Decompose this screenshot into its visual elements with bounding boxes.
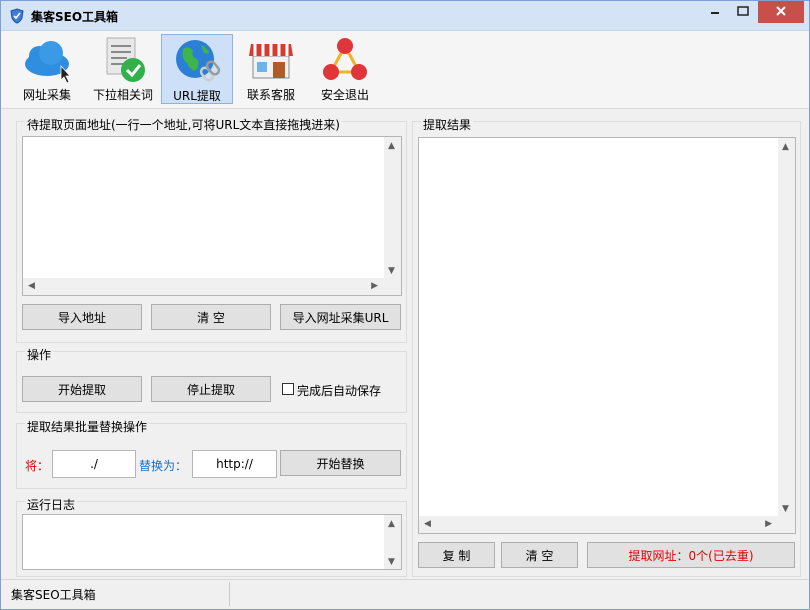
group-title: 运行日志 [25, 496, 78, 513]
result-textarea[interactable]: ▲ ▼ ◀ ▶ [418, 137, 796, 534]
replace-from-value: ./ [90, 457, 98, 471]
log-group: 运行日志 ▲ ▼ [16, 496, 407, 577]
scroll-corner [384, 278, 401, 295]
vertical-scrollbar[interactable]: ▲ ▼ [384, 515, 401, 569]
tool-label: URL提取 [173, 89, 221, 103]
window-title: 集客SEO工具箱 [31, 10, 119, 24]
clear-results-button[interactable]: 清 空 [501, 542, 578, 568]
scroll-left-icon[interactable]: ◀ [28, 281, 35, 291]
replace-from-label: 将： [25, 459, 50, 473]
log-textarea[interactable]: ▲ ▼ [22, 514, 402, 570]
toolbar: 网址采集 下拉相关词 URL提取 联系客服 安全退出 [1, 31, 809, 109]
status-divider [229, 582, 230, 606]
replace-to-input[interactable]: http:// [192, 450, 277, 478]
tool-url-extract[interactable]: URL提取 [161, 34, 233, 104]
autosave-checkbox[interactable] [282, 383, 294, 395]
input-urls-textarea[interactable]: ▲ ▼ ◀ ▶ [22, 136, 402, 296]
app-window: 集客SEO工具箱 网址采集 下拉相关词 URL提取 联系客服 安全退出 待提取页… [0, 0, 810, 610]
tool-label: 网址采集 [22, 88, 71, 102]
start-replace-button[interactable]: 开始替换 [280, 450, 401, 476]
scroll-right-icon[interactable]: ▶ [765, 519, 772, 529]
import-collected-urls-button[interactable]: 导入网址采集URL [280, 304, 401, 330]
input-urls-group: 待提取页面地址(一行一个地址,可将URL文本直接拖拽进来) ▲ ▼ ◀ ▶ 导入… [16, 116, 407, 343]
minimize-icon [710, 5, 720, 19]
title-bar: 集客SEO工具箱 [1, 1, 809, 31]
status-text: 集客SEO工具箱 [11, 588, 96, 602]
operations-group: 操作 开始提取 停止提取 完成后自动保存 [16, 346, 407, 413]
scroll-down-icon[interactable]: ▼ [388, 557, 395, 567]
start-extract-button[interactable]: 开始提取 [22, 376, 142, 402]
autosave-label: 完成后自动保存 [297, 384, 382, 398]
result-group: 提取结果 ▲ ▼ ◀ ▶ 复 制 清 空 提取网址：0个(已去重) [412, 116, 801, 577]
group-title: 提取结果 [421, 116, 474, 133]
tool-dropdown-keywords[interactable]: 下拉相关词 [85, 34, 161, 104]
minimize-button[interactable] [701, 1, 729, 23]
scroll-right-icon[interactable]: ▶ [371, 281, 378, 291]
result-count-button[interactable]: 提取网址：0个(已去重) [587, 542, 795, 568]
group-title: 提取结果批量替换操作 [25, 418, 150, 435]
tool-url-collect[interactable]: 网址采集 [11, 34, 83, 104]
group-title: 待提取页面地址(一行一个地址,可将URL文本直接拖拽进来) [25, 116, 342, 133]
document-check-icon [85, 36, 161, 84]
replace-group: 提取结果批量替换操作 将： ./ 替换为： http:// 开始替换 [16, 418, 407, 489]
replace-from-input[interactable]: ./ [52, 450, 136, 478]
globe-link-icon [162, 37, 232, 85]
cloud-icon [11, 36, 83, 84]
network-exit-icon [309, 36, 381, 84]
tool-contact-support[interactable]: 联系客服 [235, 34, 307, 104]
shop-icon [235, 36, 307, 84]
tool-label: 联系客服 [246, 88, 295, 102]
scroll-up-icon[interactable]: ▲ [388, 141, 395, 151]
copy-results-button[interactable]: 复 制 [418, 542, 495, 568]
maximize-icon [737, 5, 749, 19]
vertical-scrollbar[interactable]: ▲ ▼ [778, 138, 795, 516]
tool-label: 安全退出 [320, 88, 369, 102]
scroll-down-icon[interactable]: ▼ [782, 504, 789, 514]
shield-icon [9, 8, 25, 24]
replace-to-value: http:// [216, 457, 253, 471]
tool-label: 下拉相关词 [92, 88, 153, 102]
close-icon [775, 5, 787, 20]
import-urls-button[interactable]: 导入地址 [22, 304, 142, 330]
scroll-down-icon[interactable]: ▼ [388, 266, 395, 276]
replace-to-label: 替换为： [139, 459, 188, 473]
scroll-left-icon[interactable]: ◀ [424, 519, 431, 529]
horizontal-scrollbar[interactable]: ◀ ▶ [23, 278, 384, 295]
vertical-scrollbar[interactable]: ▲ ▼ [384, 137, 401, 278]
clear-input-button[interactable]: 清 空 [151, 304, 271, 330]
status-bar: 集客SEO工具箱 [1, 579, 809, 609]
maximize-button[interactable] [729, 1, 757, 23]
scroll-up-icon[interactable]: ▲ [782, 142, 789, 152]
tool-safe-exit[interactable]: 安全退出 [309, 34, 381, 104]
stop-extract-button[interactable]: 停止提取 [151, 376, 271, 402]
close-button[interactable] [758, 1, 804, 23]
scroll-corner [778, 516, 795, 533]
group-title: 操作 [25, 346, 54, 363]
scroll-up-icon[interactable]: ▲ [388, 519, 395, 529]
horizontal-scrollbar[interactable]: ◀ ▶ [419, 516, 778, 533]
